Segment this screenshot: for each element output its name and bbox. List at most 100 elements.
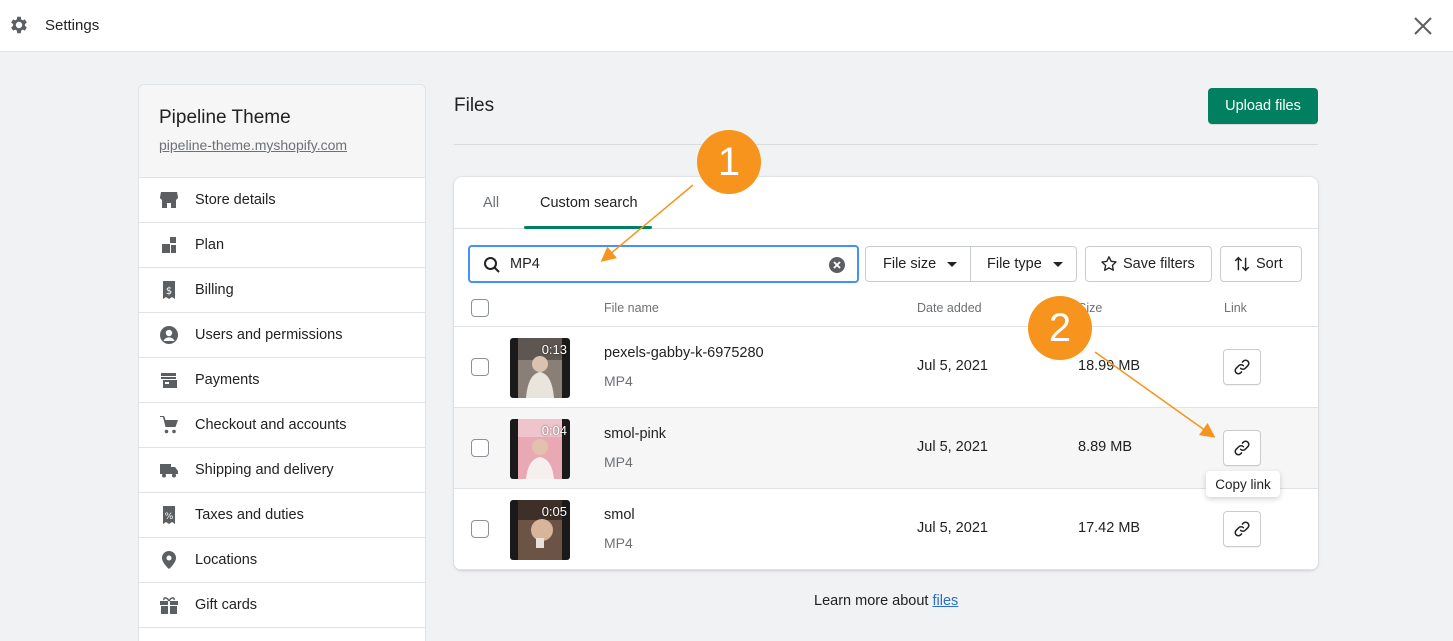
search-icon: [484, 257, 500, 273]
payments-icon: [161, 373, 177, 388]
file-type-filter[interactable]: File type: [970, 246, 1077, 282]
sidebar-item-label: Store details: [195, 192, 276, 208]
date-added: Jul 5, 2021: [917, 520, 988, 536]
sidebar-item-taxes[interactable]: % Taxes and duties: [139, 493, 425, 538]
sidebar-item-locations[interactable]: Locations: [139, 538, 425, 583]
copy-link-button[interactable]: [1223, 349, 1261, 385]
file-size: 8.89 MB: [1078, 439, 1132, 455]
sidebar-item-label: Checkout and accounts: [195, 417, 347, 433]
star-icon: [1101, 256, 1117, 271]
gear-icon: [11, 16, 27, 34]
row-checkbox[interactable]: [471, 520, 489, 538]
link-icon: [1234, 359, 1250, 375]
video-thumbnail[interactable]: 0:05: [510, 500, 570, 560]
tabs-bar: All Custom search: [454, 177, 1318, 229]
tax-icon: %: [163, 506, 175, 524]
sidebar-item-checkout[interactable]: Checkout and accounts: [139, 403, 425, 448]
sidebar-item-label: Users and permissions: [195, 327, 343, 343]
gift-icon: [160, 597, 178, 614]
sidebar-item-shipping[interactable]: Shipping and delivery: [139, 448, 425, 493]
store-icon: [160, 192, 178, 208]
link-icon: [1234, 521, 1250, 537]
date-added: Jul 5, 2021: [917, 439, 988, 455]
tab-selected-indicator: [524, 226, 652, 229]
sort-label: Sort: [1256, 256, 1283, 272]
user-icon: [160, 326, 178, 344]
table-row[interactable]: 0:04 smol-pink MP4 Jul 5, 2021 8.89 MB: [454, 408, 1318, 489]
video-duration: 0:05: [541, 504, 567, 519]
learn-more-text: Learn more about files: [814, 593, 958, 609]
file-name: smol-pink: [604, 426, 667, 442]
sidebar-item-label: Shipping and delivery: [195, 462, 334, 478]
upload-files-button[interactable]: Upload files: [1208, 88, 1318, 124]
file-type: MP4: [604, 454, 633, 470]
file-size: 17.42 MB: [1078, 520, 1141, 536]
files-heading: Files: [454, 95, 495, 116]
svg-text:$: $: [166, 286, 172, 297]
files-help-link[interactable]: files: [933, 593, 959, 609]
column-header-link: Link: [1224, 301, 1247, 315]
tab-all[interactable]: All: [483, 195, 499, 211]
copy-link-tooltip: Copy link: [1206, 471, 1280, 497]
sidebar-item-gift-cards[interactable]: Gift cards: [139, 583, 425, 628]
sidebar-item-plan[interactable]: Plan: [139, 223, 425, 268]
file-type: MP4: [604, 535, 633, 551]
top-bar: Settings: [0, 0, 1453, 52]
row-checkbox[interactable]: [471, 358, 489, 376]
learn-more-prefix: Learn more about: [814, 593, 933, 609]
sidebar-item-store-details[interactable]: Store details: [139, 178, 425, 223]
sidebar-item-label: Gift cards: [195, 597, 258, 613]
svg-text:%: %: [165, 512, 174, 522]
copy-link-button[interactable]: [1223, 511, 1261, 547]
settings-sidebar: Pipeline Theme pipeline-theme.myshopify.…: [138, 84, 426, 641]
close-icon[interactable]: [1410, 13, 1436, 39]
video-duration: 0:13: [541, 342, 567, 357]
annotation-badge-1: 1: [697, 130, 761, 194]
divider: [454, 144, 1318, 145]
page-title: Settings: [45, 17, 100, 34]
chevron-down-icon: [947, 261, 958, 267]
sidebar-item-users[interactable]: Users and permissions: [139, 313, 425, 358]
table-header: File name Date added Size Link: [454, 290, 1318, 327]
sort-icon: [1234, 256, 1250, 272]
sidebar-item-payments[interactable]: Payments: [139, 358, 425, 403]
table-row[interactable]: 0:13 pexels-gabby-k-6975280 MP4 Jul 5, 2…: [454, 327, 1318, 408]
clear-search-icon[interactable]: [828, 256, 846, 274]
store-url-link[interactable]: pipeline-theme.myshopify.com: [159, 137, 347, 153]
sidebar-item-label: Locations: [195, 552, 258, 568]
date-added: Jul 5, 2021: [917, 358, 988, 374]
video-duration: 0:04: [541, 423, 567, 438]
file-name: smol: [604, 507, 635, 523]
sort-button[interactable]: Sort: [1220, 246, 1302, 282]
sidebar-item-label: Taxes and duties: [195, 507, 304, 523]
link-icon: [1234, 440, 1250, 456]
chevron-down-icon: [1052, 261, 1063, 267]
video-thumbnail[interactable]: 0:04: [510, 419, 570, 479]
sidebar-item-label: Billing: [195, 282, 234, 298]
plan-icon: [162, 237, 176, 253]
cart-icon: [160, 416, 178, 434]
annotation-badge-2: 2: [1028, 296, 1092, 360]
store-name: Pipeline Theme: [159, 107, 291, 128]
search-input[interactable]: MP4: [468, 245, 859, 283]
row-checkbox[interactable]: [471, 439, 489, 457]
billing-icon: $: [163, 281, 175, 299]
store-header: Pipeline Theme pipeline-theme.myshopify.…: [139, 85, 425, 178]
save-filters-button[interactable]: Save filters: [1085, 246, 1212, 282]
table-row[interactable]: 0:05 smol MP4 Jul 5, 2021 17.42 MB: [454, 489, 1318, 570]
select-all-checkbox[interactable]: [471, 299, 489, 317]
column-header-date[interactable]: Date added: [917, 301, 982, 315]
sidebar-item-billing[interactable]: $ Billing: [139, 268, 425, 313]
file-type: MP4: [604, 373, 633, 389]
sidebar-item-label: Payments: [195, 372, 260, 388]
copy-link-button[interactable]: [1223, 430, 1261, 466]
save-filters-label: Save filters: [1123, 256, 1195, 272]
tab-custom-search[interactable]: Custom search: [540, 195, 638, 211]
truck-icon: [160, 464, 178, 478]
files-card: All Custom search MP4 File size File typ…: [454, 177, 1318, 570]
search-value: MP4: [510, 256, 540, 272]
file-size-filter[interactable]: File size: [865, 246, 971, 282]
column-header-file-name[interactable]: File name: [604, 301, 659, 315]
sidebar-item-label: Plan: [195, 237, 225, 253]
video-thumbnail[interactable]: 0:13: [510, 338, 570, 398]
